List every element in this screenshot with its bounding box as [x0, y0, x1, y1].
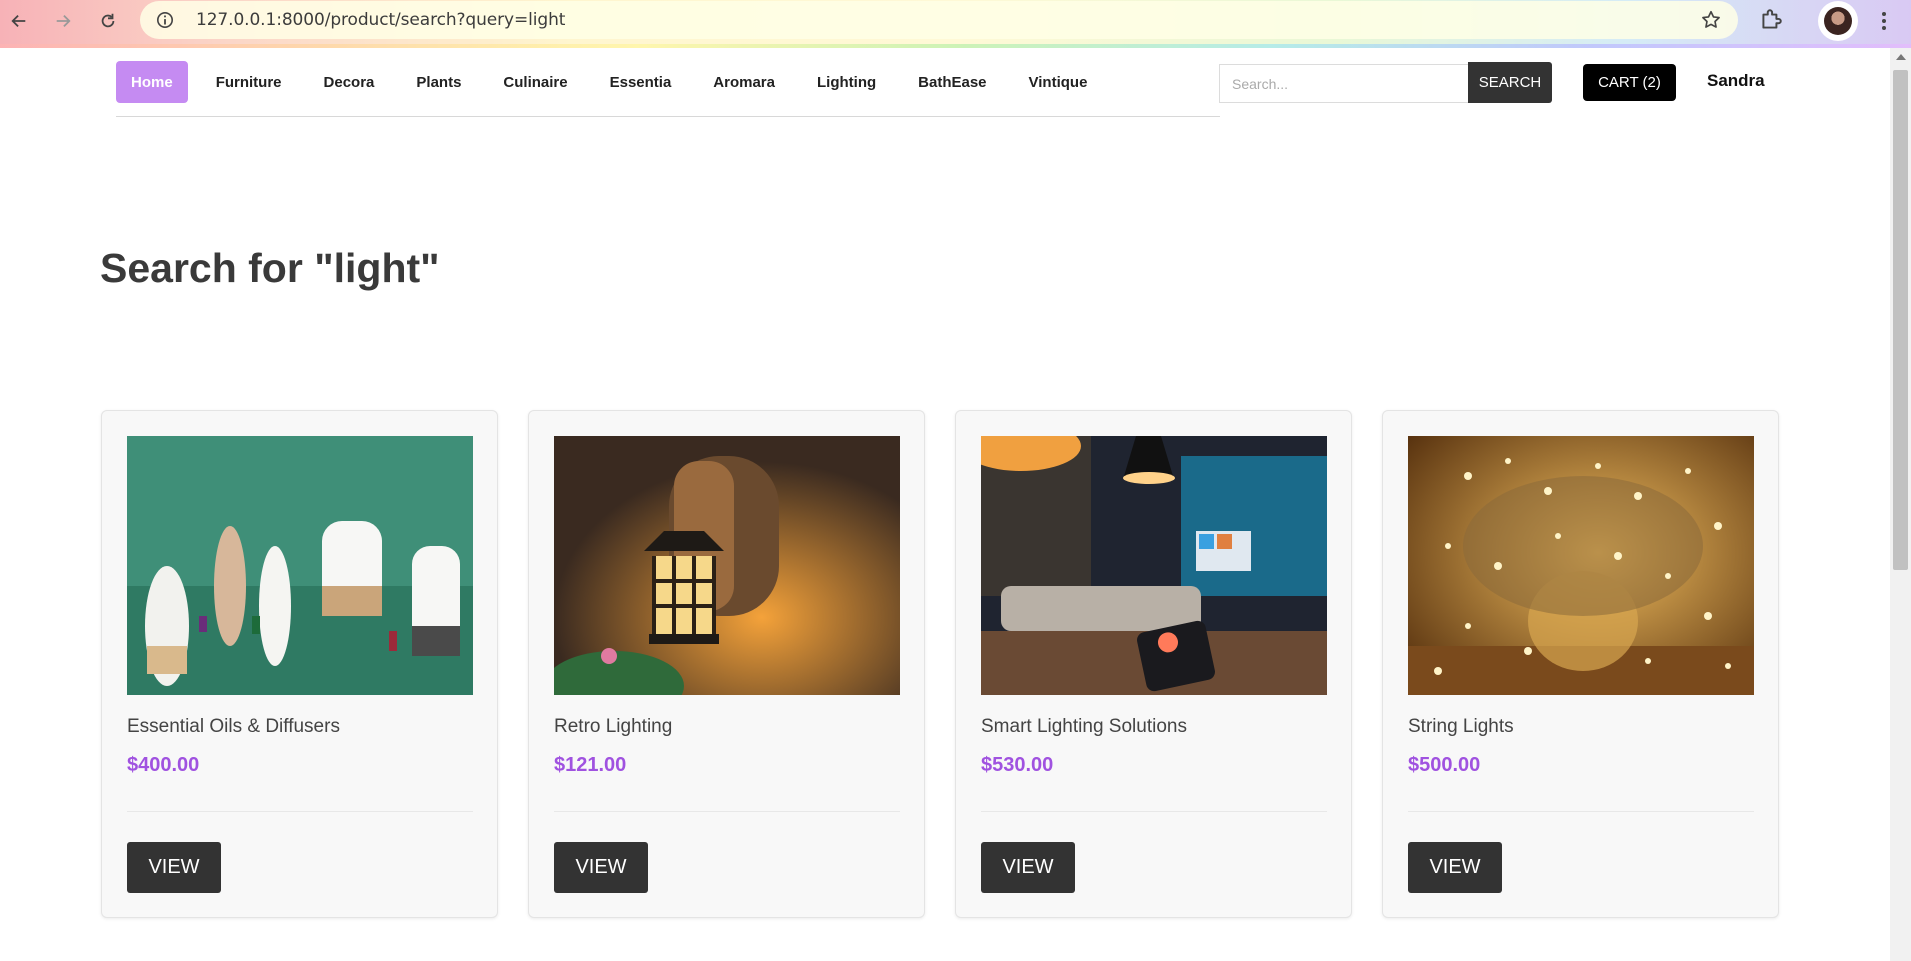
product-card: Essential Oils & Diffusers $400.00 VIEW: [101, 410, 498, 918]
product-price: $121.00: [554, 754, 627, 776]
scroll-up-arrow-icon[interactable]: [1896, 54, 1906, 60]
card-divider: [981, 811, 1327, 812]
nav-item-decora[interactable]: Decora: [303, 61, 396, 103]
product-card: Retro Lighting $121.00 VIEW: [528, 410, 925, 918]
view-button[interactable]: VIEW: [554, 842, 648, 893]
browser-menu-icon[interactable]: [1874, 8, 1894, 34]
card-divider: [1408, 811, 1754, 812]
address-bar[interactable]: 127.0.0.1:8000/product/search?query=ligh…: [140, 1, 1738, 39]
lantern-image[interactable]: [554, 436, 900, 695]
nav-item-home[interactable]: Home: [116, 61, 188, 103]
reload-icon[interactable]: [93, 6, 123, 36]
nav-item-vintique[interactable]: Vintique: [1008, 61, 1109, 103]
card-divider: [554, 811, 900, 812]
view-button[interactable]: VIEW: [981, 842, 1075, 893]
card-divider: [127, 811, 473, 812]
extensions-puzzle-icon[interactable]: [1758, 7, 1784, 33]
nav-item-lighting[interactable]: Lighting: [796, 61, 897, 103]
product-price: $530.00: [981, 754, 1054, 776]
nav-item-furniture[interactable]: Furniture: [195, 61, 303, 103]
url-text[interactable]: 127.0.0.1:8000/product/search?query=ligh…: [196, 10, 565, 30]
forward-arrow-icon[interactable]: [48, 6, 78, 36]
user-name-link[interactable]: Sandra: [1707, 71, 1765, 91]
page-scrollbar[interactable]: [1890, 48, 1911, 961]
back-arrow-icon[interactable]: [4, 6, 34, 36]
product-name[interactable]: String Lights: [1408, 716, 1514, 738]
page-title: Search for "light": [100, 245, 440, 291]
product-card: String Lights $500.00 VIEW: [1382, 410, 1779, 918]
nav-divider: [116, 116, 1220, 117]
main-navigation: Home Furniture Decora Plants Culinaire E…: [116, 61, 1108, 103]
smart-living-room-image[interactable]: [981, 436, 1327, 695]
product-name[interactable]: Smart Lighting Solutions: [981, 716, 1187, 738]
product-name[interactable]: Essential Oils & Diffusers: [127, 716, 340, 738]
nav-item-culinaire[interactable]: Culinaire: [482, 61, 588, 103]
product-price: $400.00: [127, 754, 200, 776]
nav-item-aromara[interactable]: Aromara: [692, 61, 796, 103]
product-name[interactable]: Retro Lighting: [554, 716, 672, 738]
nav-item-plants[interactable]: Plants: [395, 61, 482, 103]
diffusers-image[interactable]: [127, 436, 473, 695]
bookmark-star-icon[interactable]: [1700, 9, 1722, 31]
string-lights-image[interactable]: [1408, 436, 1754, 695]
nav-item-bathease[interactable]: BathEase: [897, 61, 1007, 103]
scrollbar-thumb[interactable]: [1893, 70, 1908, 570]
nav-item-essentia[interactable]: Essentia: [589, 61, 693, 103]
site-info-icon[interactable]: [154, 9, 176, 31]
cart-button[interactable]: CART (2): [1583, 64, 1676, 101]
search-button[interactable]: SEARCH: [1468, 62, 1552, 103]
product-card: Smart Lighting Solutions $530.00 VIEW: [955, 410, 1352, 918]
view-button[interactable]: VIEW: [127, 842, 221, 893]
view-button[interactable]: VIEW: [1408, 842, 1502, 893]
product-price: $500.00: [1408, 754, 1481, 776]
search-input[interactable]: [1219, 64, 1469, 103]
browser-toolbar: 127.0.0.1:8000/product/search?query=ligh…: [0, 0, 1911, 48]
profile-avatar[interactable]: [1818, 1, 1858, 41]
